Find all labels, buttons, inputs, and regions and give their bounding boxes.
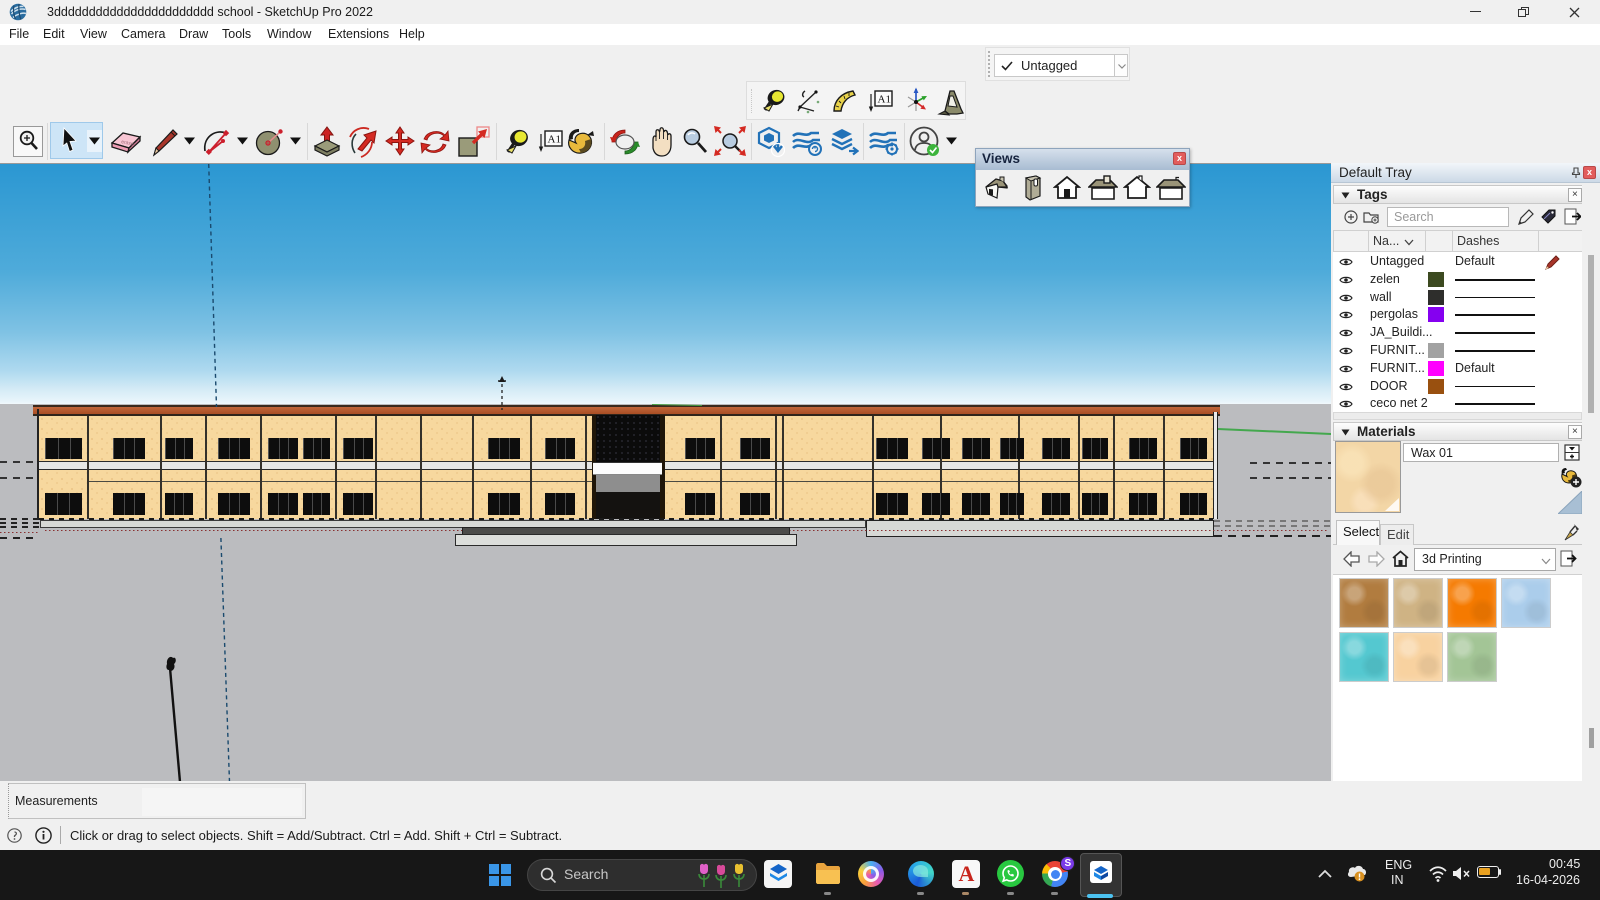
svg-text:A1: A1 — [548, 134, 561, 146]
svg-text:A1: A1 — [878, 94, 891, 106]
